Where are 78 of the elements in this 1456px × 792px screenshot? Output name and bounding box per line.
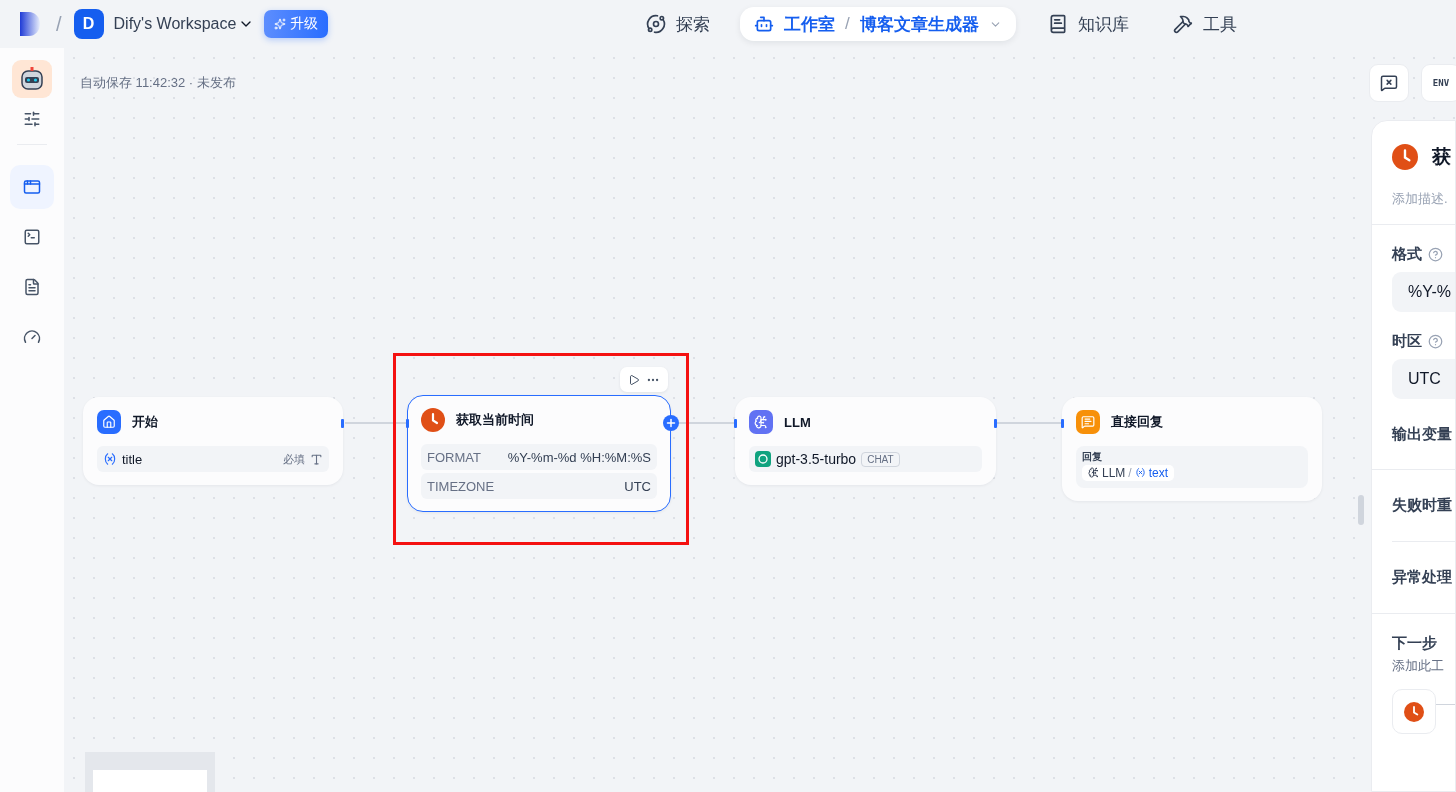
answer-label: 回复 bbox=[1082, 450, 1103, 464]
sparkle-icon bbox=[274, 18, 287, 30]
conversation-variables-button[interactable] bbox=[1369, 64, 1409, 102]
nav-tab[interactable]: 知识库 bbox=[1033, 7, 1143, 41]
input-handle[interactable] bbox=[1061, 419, 1064, 428]
scrollbar[interactable] bbox=[1358, 495, 1364, 525]
logo-icon[interactable] bbox=[18, 11, 42, 37]
variable-icon bbox=[1134, 467, 1146, 478]
output-handle[interactable] bbox=[341, 419, 344, 428]
variable-icon bbox=[103, 452, 117, 466]
brain-icon bbox=[1088, 467, 1099, 478]
input-handle[interactable] bbox=[734, 419, 737, 428]
node-title: 直接回复 bbox=[1111, 413, 1163, 431]
panel-title: 获 bbox=[1432, 145, 1451, 169]
input-field[interactable]: UTC bbox=[1392, 359, 1455, 399]
nav-tab[interactable]: 工作室 / 博客文章生成器 bbox=[740, 7, 1016, 41]
node-title: 开始 bbox=[132, 413, 158, 431]
text-type-icon bbox=[310, 452, 323, 466]
workspace-avatar[interactable]: D bbox=[73, 9, 104, 39]
workspace-name[interactable]: Dify's Workspace bbox=[113, 15, 237, 33]
next-step-title: 下一步 bbox=[1391, 633, 1438, 653]
env-button[interactable]: ENV bbox=[1421, 64, 1456, 102]
clock-icon bbox=[421, 408, 445, 432]
help-icon[interactable] bbox=[1428, 247, 1443, 262]
model-name: gpt-3.5-turbo bbox=[776, 451, 857, 467]
model-logo-icon bbox=[755, 451, 771, 467]
input-handle[interactable] bbox=[406, 419, 409, 428]
required-label: 必填 bbox=[283, 451, 305, 467]
node-title: 获取当前时间 bbox=[456, 411, 534, 429]
param-key: TIMEZONE bbox=[427, 478, 495, 494]
brain-icon bbox=[749, 410, 773, 434]
section-title[interactable]: 失败时重 bbox=[1372, 470, 1455, 541]
param-key: FORMAT bbox=[427, 449, 481, 465]
next-step-hint: 添加此工 bbox=[1391, 657, 1445, 675]
path-separator: / bbox=[1128, 465, 1132, 480]
param-value: UTC bbox=[624, 478, 651, 494]
section-title[interactable]: 输出变量 bbox=[1372, 399, 1455, 469]
variable-name: text bbox=[1148, 465, 1169, 480]
sliders-icon[interactable] bbox=[23, 110, 41, 128]
field-label: 时区 bbox=[1392, 332, 1422, 351]
house-icon bbox=[97, 410, 121, 434]
node-title: LLM bbox=[784, 414, 811, 430]
breadcrumb-separator: / bbox=[845, 14, 850, 34]
robot-icon bbox=[18, 65, 46, 93]
app-name[interactable]: 博客文章生成器 bbox=[859, 12, 979, 36]
mode-badge: CHAT bbox=[861, 451, 900, 467]
nav-tab[interactable]: 探索 bbox=[632, 7, 724, 41]
workflow-node[interactable]: 开始 title 必填 bbox=[83, 397, 343, 485]
breadcrumb-separator: / bbox=[56, 12, 62, 36]
workflow-node[interactable]: 直接回复 回复 LLM / text bbox=[1062, 397, 1322, 501]
next-node-box[interactable] bbox=[1392, 689, 1436, 734]
input-field[interactable]: %Y-% bbox=[1392, 272, 1455, 312]
workflow-node[interactable]: 获取当前时间 FORMAT %Y-%m-%d %H:%M:%S TIMEZONE UTC bbox=[407, 395, 671, 512]
param-value: %Y-%m-%d %H:%M:%S bbox=[507, 449, 651, 465]
clock-icon bbox=[1392, 144, 1418, 170]
document-icon bbox=[23, 278, 41, 296]
upgrade-button[interactable]: 升级 bbox=[264, 10, 329, 38]
robot-icon bbox=[754, 14, 774, 34]
clock-icon bbox=[1403, 701, 1424, 722]
add-node-button[interactable] bbox=[663, 415, 679, 431]
play-icon[interactable] bbox=[628, 373, 640, 386]
planet-icon bbox=[646, 14, 666, 34]
save-status: 自动保存 11:42:32 · 未发布 bbox=[80, 74, 236, 92]
chat-x-icon bbox=[1380, 74, 1398, 92]
help-icon[interactable] bbox=[1428, 334, 1443, 349]
window-icon bbox=[23, 178, 41, 196]
terminal-icon bbox=[23, 228, 41, 246]
source-name: LLM bbox=[1102, 465, 1126, 480]
nav-tab[interactable]: 工具 bbox=[1158, 7, 1251, 41]
variable-name: title bbox=[122, 451, 143, 467]
app-avatar[interactable] bbox=[12, 60, 52, 98]
section-title[interactable]: 异常处理 bbox=[1372, 542, 1455, 613]
output-handle[interactable] bbox=[994, 419, 997, 428]
hammer-icon bbox=[1172, 14, 1193, 34]
sidebar-item[interactable] bbox=[10, 165, 54, 209]
gauge-icon bbox=[23, 328, 41, 346]
field-label: 格式 bbox=[1392, 245, 1422, 264]
workflow-node[interactable]: LLM gpt-3.5-turbo CHAT bbox=[735, 397, 996, 485]
